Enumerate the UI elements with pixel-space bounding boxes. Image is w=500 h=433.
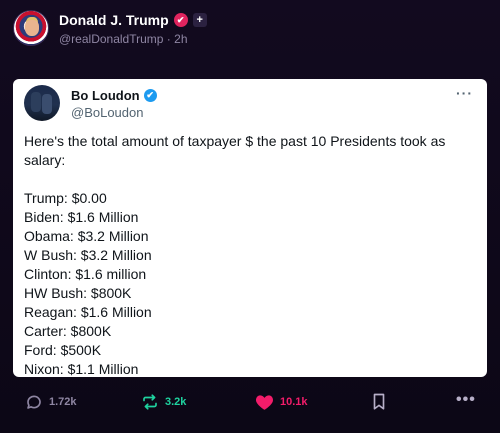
quoted-post-card[interactable]: Bo Loudon ✔ @BoLoudon ··· Here's the tot… [13, 79, 487, 377]
repost-icon [143, 394, 157, 410]
like-button[interactable]: 10.1k [255, 393, 308, 411]
reply-button[interactable]: 1.72k [25, 393, 77, 411]
like-count: 10.1k [280, 396, 308, 408]
quoted-header: Bo Loudon ✔ @BoLoudon [24, 85, 157, 121]
verified-badge-icon: ✔ [173, 13, 188, 27]
action-bar: 1.72k 3.2k 10.1k ••• [0, 391, 500, 417]
author-meta: Donald J. Trump ✔ + @realDonaldTrump · 2… [59, 10, 207, 46]
bookmark-icon [373, 393, 385, 410]
author-name-row: Donald J. Trump ✔ + [59, 10, 207, 30]
more-icon[interactable]: ••• [456, 391, 476, 409]
salary-line: HW Bush: $800K [24, 285, 132, 301]
author-subline: @realDonaldTrump · 2h [59, 32, 207, 46]
verified-check-icon: ✔ [143, 88, 157, 102]
quoted-name-row: Bo Loudon ✔ [71, 86, 157, 104]
quoted-author-name[interactable]: Bo Loudon [71, 88, 140, 103]
salary-line: Trump: $0.00 [24, 190, 107, 206]
salary-line: Clinton: $1.6 million [24, 266, 147, 282]
repost-button[interactable]: 3.2k [141, 393, 186, 411]
bookmark-button[interactable] [371, 393, 387, 411]
quoted-post-text: Here's the total amount of taxpayer $ th… [24, 132, 479, 377]
post-container: Donald J. Trump ✔ + @realDonaldTrump · 2… [0, 0, 500, 433]
salary-line: W Bush: $3.2 Million [24, 247, 152, 263]
author-name[interactable]: Donald J. Trump [59, 12, 169, 28]
salary-line: Nixon: $1.1 Million [24, 361, 139, 377]
author-handle[interactable]: @realDonaldTrump [59, 32, 163, 46]
post-header: Donald J. Trump ✔ + @realDonaldTrump · 2… [13, 10, 207, 46]
heart-icon [255, 395, 274, 410]
quoted-author-handle[interactable]: @BoLoudon [71, 105, 157, 120]
salary-line: Obama: $3.2 Million [24, 228, 149, 244]
follow-plus-icon[interactable]: + [192, 13, 207, 27]
reply-count: 1.72k [49, 396, 77, 408]
quoted-author-meta: Bo Loudon ✔ @BoLoudon [71, 86, 157, 120]
separator: · [166, 32, 171, 46]
repost-count: 3.2k [165, 396, 187, 408]
quoted-author-avatar[interactable] [24, 85, 60, 121]
quoted-more-icon[interactable]: ··· [456, 85, 473, 101]
reply-icon [27, 395, 41, 409]
post-time[interactable]: 2h [174, 32, 187, 46]
salary-line: Biden: $1.6 Million [24, 209, 139, 225]
salary-line: Reagan: $1.6 Million [24, 304, 152, 320]
author-avatar[interactable] [13, 10, 49, 46]
quoted-intro: Here's the total amount of taxpayer $ th… [24, 133, 446, 168]
salary-line: Ford: $500K [24, 342, 102, 358]
salary-line: Carter: $800K [24, 323, 112, 339]
